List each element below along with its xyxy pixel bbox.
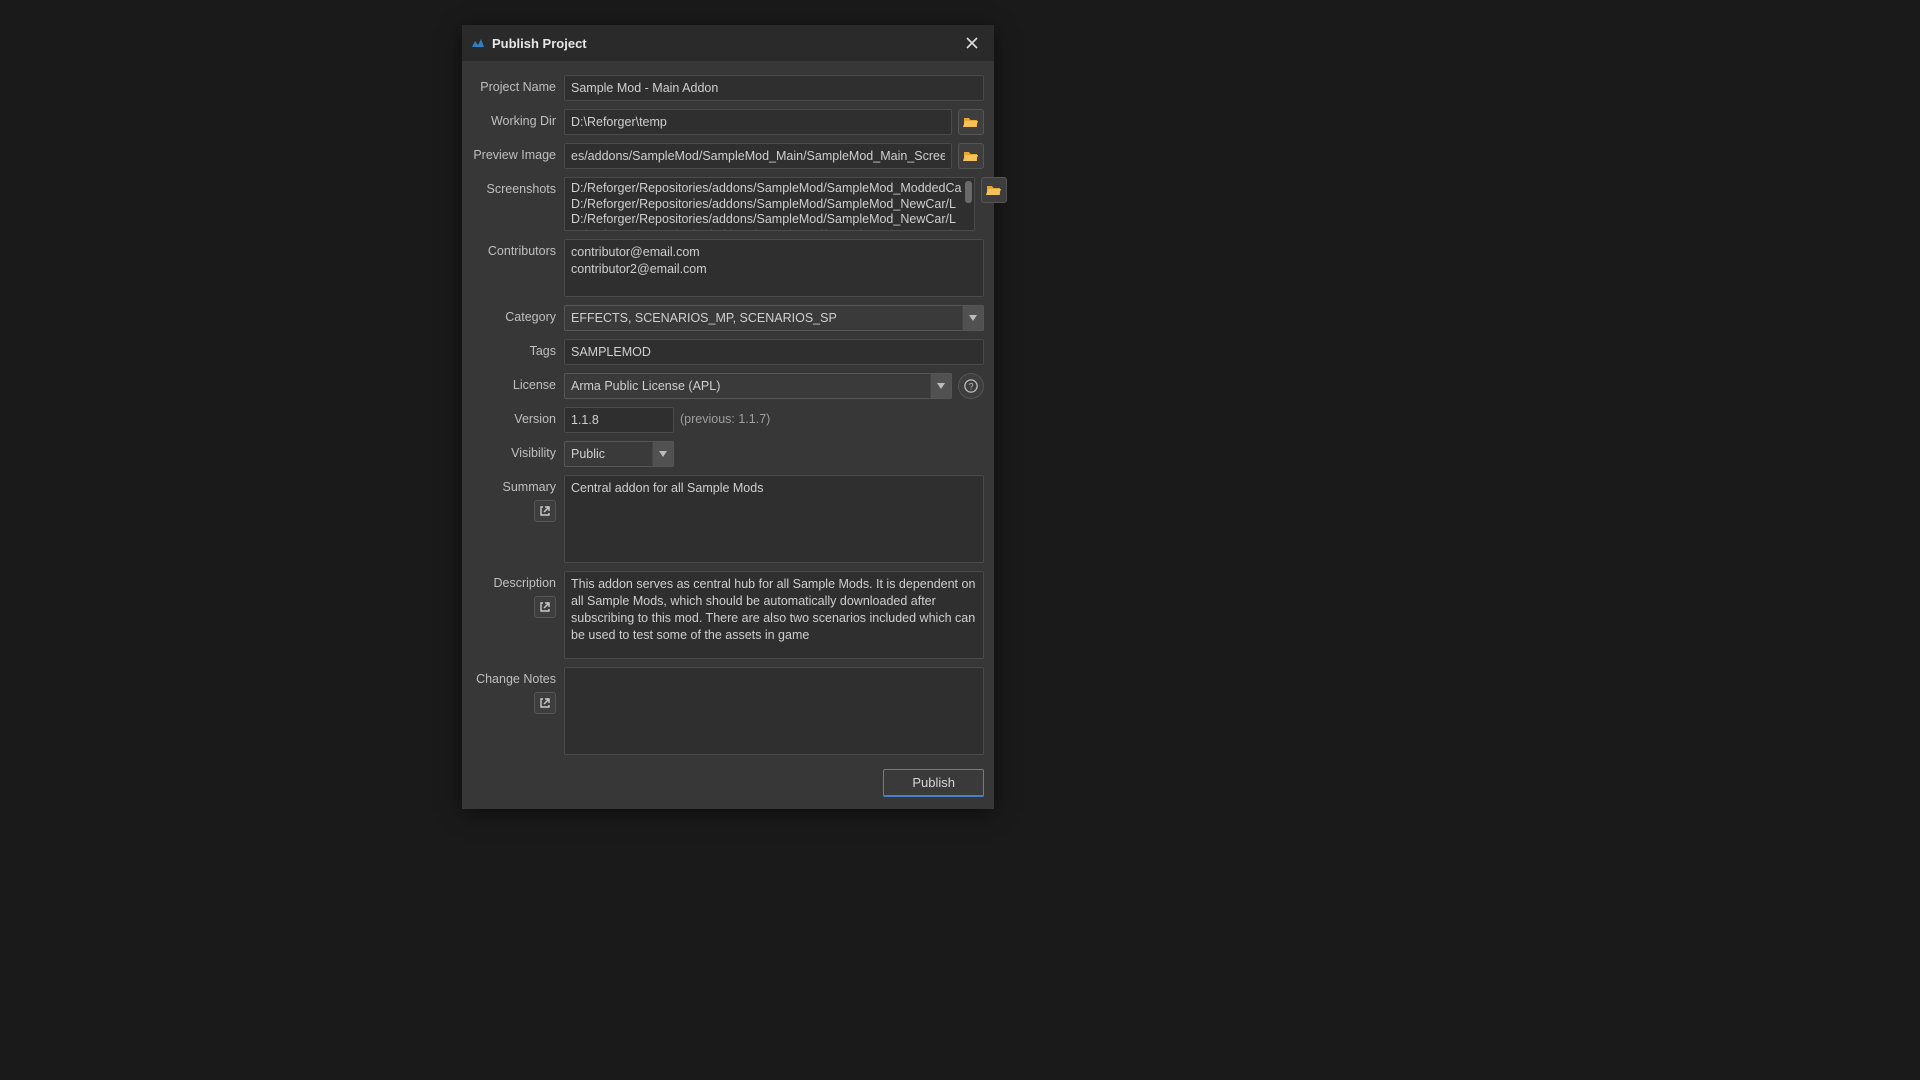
chevron-down-icon bbox=[969, 315, 977, 321]
preview-image-browse-button[interactable] bbox=[958, 143, 984, 169]
category-select[interactable] bbox=[564, 305, 984, 331]
scrollbar-thumb[interactable] bbox=[965, 181, 972, 203]
list-item[interactable]: D:/Reforger/Repositories/addons/SampleMo… bbox=[571, 181, 962, 197]
visibility-label: Visibility bbox=[511, 446, 556, 460]
tags-input[interactable] bbox=[564, 339, 984, 365]
preview-image-input[interactable] bbox=[564, 143, 952, 169]
previous-version-hint: (previous: 1.1.7) bbox=[680, 407, 770, 426]
list-item[interactable]: D:/Reforger/Repositories/addons/SampleMo… bbox=[571, 228, 962, 231]
change-notes-popout-button[interactable] bbox=[534, 692, 556, 714]
publish-project-dialog: Publish Project Project Name Working Dir bbox=[462, 25, 994, 809]
tags-label: Tags bbox=[530, 344, 556, 358]
change-notes-input[interactable] bbox=[564, 667, 984, 755]
license-select[interactable] bbox=[564, 373, 952, 399]
description-input[interactable] bbox=[564, 571, 984, 659]
license-dropdown-button[interactable] bbox=[930, 373, 952, 399]
description-label: Description bbox=[493, 576, 556, 590]
working-dir-label: Working Dir bbox=[491, 114, 556, 128]
category-label: Category bbox=[505, 310, 556, 324]
dialog-title: Publish Project bbox=[492, 36, 952, 51]
folder-open-icon bbox=[963, 149, 979, 163]
working-dir-input[interactable] bbox=[564, 109, 952, 135]
summary-popout-button[interactable] bbox=[534, 500, 556, 522]
screenshots-label: Screenshots bbox=[487, 182, 556, 196]
visibility-dropdown-button[interactable] bbox=[652, 441, 674, 467]
titlebar[interactable]: Publish Project bbox=[462, 25, 994, 61]
contributors-input[interactable] bbox=[564, 239, 984, 297]
version-input[interactable] bbox=[564, 407, 674, 433]
chevron-down-icon bbox=[659, 451, 667, 457]
license-label: License bbox=[513, 378, 556, 392]
project-name-input[interactable] bbox=[564, 75, 984, 101]
svg-text:?: ? bbox=[969, 382, 974, 392]
version-label: Version bbox=[514, 412, 556, 426]
category-dropdown-button[interactable] bbox=[962, 305, 984, 331]
list-item[interactable]: D:/Reforger/Repositories/addons/SampleMo… bbox=[571, 197, 962, 213]
help-icon: ? bbox=[964, 379, 978, 393]
external-link-icon bbox=[539, 697, 551, 709]
publish-button[interactable]: Publish bbox=[883, 769, 984, 797]
description-popout-button[interactable] bbox=[534, 596, 556, 618]
list-item[interactable]: D:/Reforger/Repositories/addons/SampleMo… bbox=[571, 212, 962, 228]
contributors-label: Contributors bbox=[488, 244, 556, 258]
summary-input[interactable] bbox=[564, 475, 984, 563]
change-notes-label: Change Notes bbox=[476, 672, 556, 686]
project-name-label: Project Name bbox=[480, 80, 556, 94]
summary-label: Summary bbox=[503, 480, 556, 494]
working-dir-browse-button[interactable] bbox=[958, 109, 984, 135]
screenshots-browse-button[interactable] bbox=[981, 177, 1007, 203]
folder-open-icon bbox=[986, 183, 1002, 197]
external-link-icon bbox=[539, 601, 551, 613]
close-button[interactable] bbox=[958, 29, 986, 57]
dialog-body: Project Name Working Dir Preview Image bbox=[462, 61, 994, 809]
preview-image-label: Preview Image bbox=[473, 148, 556, 162]
screenshots-list[interactable]: D:/Reforger/Repositories/addons/SampleMo… bbox=[564, 177, 975, 231]
folder-open-icon bbox=[963, 115, 979, 129]
external-link-icon bbox=[539, 505, 551, 517]
chevron-down-icon bbox=[937, 383, 945, 389]
license-help-button[interactable]: ? bbox=[958, 373, 984, 399]
app-icon bbox=[470, 35, 486, 51]
